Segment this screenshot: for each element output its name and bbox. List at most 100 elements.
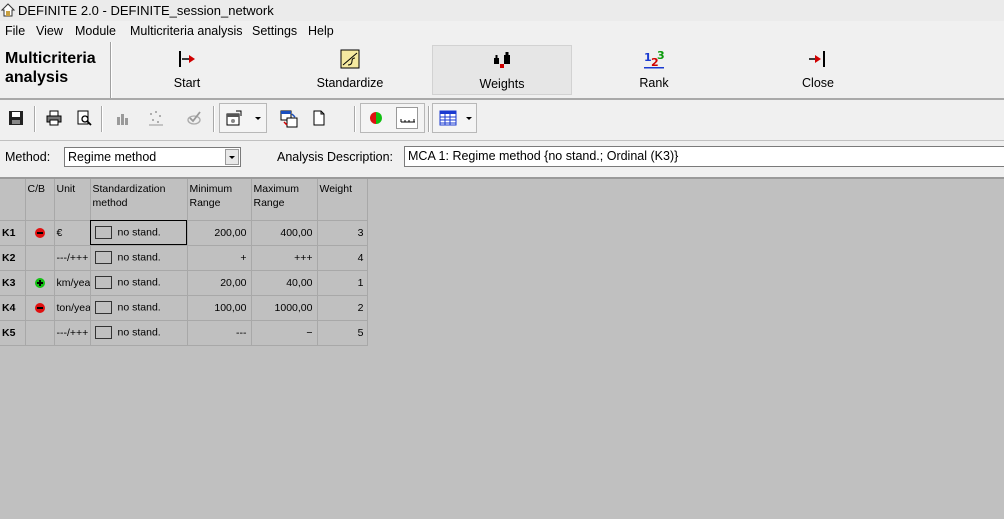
properties-dropdown-icon[interactable] — [252, 107, 264, 129]
table-row[interactable]: K3 km/year no stand. 20,00 40,00 1 — [0, 270, 368, 296]
minimum-range-cell[interactable]: 20,00 — [187, 270, 252, 296]
close-button[interactable]: Close — [748, 45, 888, 95]
checkbox[interactable] — [94, 326, 112, 339]
save-button[interactable] — [5, 107, 27, 129]
weight-cell[interactable]: 3 — [317, 220, 368, 246]
standardization-cell[interactable]: no stand. — [90, 295, 188, 321]
toolbar-separator — [354, 106, 356, 132]
cost-benefit-cell[interactable] — [25, 295, 55, 321]
cost-benefit-cell[interactable] — [25, 245, 55, 271]
new-document-button[interactable] — [308, 107, 330, 129]
minimum-range-cell[interactable]: --- — [187, 320, 252, 346]
maximum-range-cell[interactable]: 1000,00 — [251, 295, 318, 321]
analysis-description-value: MCA 1: Regime method {no stand.; Ordinal… — [408, 149, 679, 163]
weight-cell[interactable]: 5 — [317, 320, 368, 346]
unit-cell[interactable]: ---/+++ — [54, 320, 91, 346]
cost-benefit-button[interactable] — [365, 107, 387, 129]
toolbar-separator — [428, 106, 430, 132]
row-id: K2 — [0, 245, 26, 271]
weight-cell[interactable]: 1 — [317, 270, 368, 296]
cb-header: C/B — [25, 179, 55, 221]
table-row[interactable]: K2 ---/+++ no stand. + +++ 4 — [0, 245, 368, 271]
standardization-cell[interactable]: no stand. — [90, 220, 188, 246]
rank-label: Rank — [639, 76, 669, 90]
start-arrow-icon — [179, 51, 195, 67]
unit-cell[interactable]: km/year — [54, 270, 91, 296]
method-select[interactable]: Regime method — [64, 147, 241, 167]
minimum-range-cell[interactable]: 100,00 — [187, 295, 252, 321]
checkbox[interactable] — [94, 226, 112, 239]
scatter-icon — [149, 111, 163, 126]
print-icon — [46, 110, 62, 126]
standardization-header: Standardization method — [90, 179, 188, 221]
menu-settings[interactable]: Settings — [252, 24, 297, 38]
maximum-range-cell[interactable]: 40,00 — [251, 270, 318, 296]
icon-toolbar — [0, 100, 1004, 140]
table-row[interactable]: K4 ton/year no stand. 100,00 1000,00 2 — [0, 295, 368, 321]
menu-help[interactable]: Help — [308, 24, 334, 38]
cost-benefit-cell[interactable] — [25, 220, 55, 246]
unit-cell[interactable]: € — [54, 220, 91, 246]
unit-cell[interactable]: ton/year — [54, 295, 91, 321]
cost-benefit-cell[interactable] — [25, 320, 55, 346]
unit-header: Unit — [54, 179, 91, 221]
window-title: DEFINITE 2.0 - DEFINITE_session_network — [18, 3, 274, 18]
table-row[interactable]: K5 ---/+++ no stand. --- − 5 — [0, 320, 368, 346]
maximum-range-cell[interactable]: 400,00 — [251, 220, 318, 246]
maximum-range-cell[interactable]: +++ — [251, 245, 318, 271]
scale-button[interactable] — [396, 107, 418, 129]
checkbox[interactable] — [94, 276, 112, 289]
standardize-button[interactable]: Standardize — [280, 45, 420, 95]
menu-file[interactable]: File — [5, 24, 25, 38]
criteria-table: C/B Unit Standardization method Minimum … — [0, 179, 368, 346]
row-id: K4 — [0, 295, 26, 321]
analysis-description-field[interactable]: MCA 1: Regime method {no stand.; Ordinal… — [404, 146, 1004, 167]
weight-cell[interactable]: 2 — [317, 295, 368, 321]
chart-icon — [117, 114, 128, 125]
row-id: K3 — [0, 270, 26, 296]
module-toolbar: Multicriteria analysis Start Standardize… — [0, 42, 1004, 100]
title-bar: DEFINITE 2.0 - DEFINITE_session_network — [0, 0, 1004, 22]
maximum-range-cell[interactable]: − — [251, 320, 318, 346]
table-dropdown-icon[interactable] — [463, 107, 475, 129]
row-id: K1 — [0, 220, 26, 246]
save-icon — [9, 111, 23, 125]
standardization-cell[interactable]: no stand. — [90, 245, 188, 271]
unit-cell[interactable]: ---/+++ — [54, 245, 91, 271]
method-row: Method: Regime method Analysis Descripti… — [0, 141, 1004, 179]
checkbox[interactable] — [94, 301, 112, 314]
standardization-cell[interactable]: no stand. — [90, 320, 188, 346]
minimum-range-cell[interactable]: 200,00 — [187, 220, 252, 246]
cost-benefit-icon — [370, 112, 382, 124]
copy-data-button[interactable] — [277, 107, 299, 129]
check-button — [183, 107, 205, 129]
menu-view[interactable]: View — [36, 24, 63, 38]
maximum-range-header: Maximum Range — [251, 179, 318, 221]
weight-cell[interactable]: 4 — [317, 245, 368, 271]
menu-multicriteria-analysis[interactable]: Multicriteria analysis — [130, 24, 243, 38]
checkbox[interactable] — [94, 251, 112, 264]
standardization-cell[interactable]: no stand. — [90, 270, 188, 296]
table-button[interactable] — [436, 107, 458, 129]
weight-header: Weight — [317, 179, 368, 221]
svg-text:3: 3 — [657, 49, 665, 62]
menu-module[interactable]: Module — [75, 24, 116, 38]
standardize-icon — [340, 49, 360, 69]
start-button[interactable]: Start — [117, 45, 257, 95]
cost-benefit-cell[interactable] — [25, 270, 55, 296]
table-row[interactable]: K1 € no stand. 200,00 400,00 3 — [0, 220, 368, 246]
print-preview-icon — [77, 110, 92, 126]
scatter-button — [145, 107, 167, 129]
rank-button[interactable]: 1 2 3 Rank — [584, 45, 724, 95]
toolbar-divider — [110, 42, 112, 98]
method-dropdown-button[interactable] — [225, 149, 239, 165]
cost-icon — [34, 227, 45, 238]
chevron-down-icon — [229, 156, 235, 159]
app-icon — [1, 3, 15, 17]
menu-bar: File View Module Multicriteria analysis … — [0, 21, 1004, 43]
minimum-range-cell[interactable]: + — [187, 245, 252, 271]
print-preview-button[interactable] — [73, 107, 95, 129]
print-button[interactable] — [43, 107, 65, 129]
properties-button[interactable] — [223, 107, 245, 129]
weights-button[interactable]: Weights — [432, 45, 572, 95]
